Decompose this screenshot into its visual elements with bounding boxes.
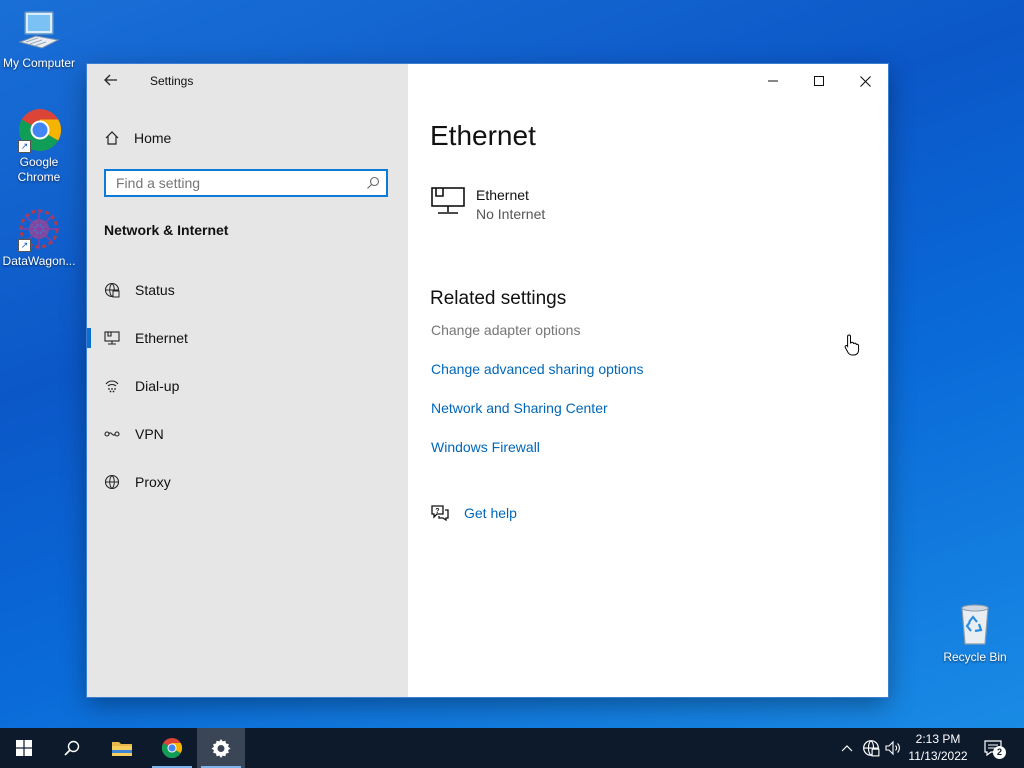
home-label: Home — [134, 130, 172, 146]
chrome-icon: ↗ — [16, 107, 62, 153]
settings-window: Settings Home Network & Internet — [87, 64, 888, 697]
sidebar-item-status[interactable]: Status — [87, 270, 408, 310]
clock[interactable]: 2:13 PM 11/13/2022 — [903, 731, 973, 765]
page-title: Ethernet — [430, 120, 536, 151]
main-content: Ethernet Ethernet No Internet Related se… — [408, 64, 888, 697]
sidebar-item-label: Ethernet — [135, 330, 188, 346]
sidebar-item-label: Status — [135, 282, 175, 298]
svg-text:?: ? — [435, 508, 439, 515]
network-adapter-icon — [431, 187, 465, 214]
ethernet-icon — [104, 330, 120, 346]
section-title: Network & Internet — [104, 222, 229, 238]
notification-count-badge: 2 — [993, 746, 1006, 759]
datawagon-icon: ↗ — [16, 206, 62, 252]
home-icon — [105, 131, 119, 145]
connection-status: No Internet — [476, 206, 546, 222]
home-link[interactable]: Home — [104, 127, 171, 149]
help-chat-icon: ? — [431, 505, 449, 522]
desktop-icon-google-chrome[interactable]: ↗ Google Chrome — [0, 107, 78, 185]
chrome-icon — [161, 737, 183, 759]
settings-taskbar-button[interactable] — [197, 728, 245, 768]
vpn-icon — [104, 426, 120, 442]
windows-logo-icon — [16, 740, 32, 756]
connection-name: Ethernet — [476, 187, 529, 203]
shortcut-arrow-icon: ↗ — [18, 239, 31, 252]
gear-icon — [211, 739, 231, 758]
sidebar-item-label: Proxy — [135, 474, 171, 490]
taskbar: 2:13 PM 11/13/2022 2 — [0, 728, 1024, 768]
change-adapter-options-link[interactable]: Change adapter options — [431, 322, 580, 338]
desktop-icon-my-computer[interactable]: My Computer — [0, 8, 78, 71]
chevron-up-icon — [841, 745, 853, 752]
computer-icon — [16, 8, 62, 54]
recycle-bin-icon — [952, 602, 998, 648]
get-help-label: Get help — [464, 505, 517, 521]
network-tray-button[interactable] — [860, 728, 882, 768]
desktop-icon-label: DataWagon... — [2, 254, 76, 268]
file-explorer-button[interactable] — [98, 728, 146, 768]
title-bar[interactable]: Settings — [87, 64, 408, 98]
shortcut-arrow-icon: ↗ — [18, 140, 31, 153]
dialup-icon — [104, 378, 120, 394]
sidebar-item-label: VPN — [135, 426, 164, 442]
volume-tray-button[interactable] — [883, 728, 903, 768]
window-title: Settings — [150, 74, 194, 88]
search-input[interactable] — [106, 171, 376, 195]
show-hidden-icons-button[interactable] — [838, 728, 856, 768]
back-arrow-icon[interactable] — [104, 72, 124, 90]
sidebar-item-label: Dial-up — [135, 378, 180, 394]
network-sharing-center-link[interactable]: Network and Sharing Center — [431, 400, 608, 416]
ethernet-connection[interactable]: Ethernet No Internet — [430, 186, 545, 224]
sidebar-item-proxy[interactable]: Proxy — [87, 462, 408, 502]
get-help-link[interactable]: ? Get help — [430, 504, 517, 522]
network-globe-icon — [863, 740, 880, 757]
hand-cursor-icon — [844, 334, 860, 356]
chrome-taskbar-button[interactable] — [148, 728, 196, 768]
search-button[interactable] — [48, 728, 96, 768]
search-icon[interactable] — [366, 176, 380, 190]
desktop-icon-label: Recycle Bin — [943, 650, 1007, 664]
clock-date: 11/13/2022 — [908, 749, 968, 763]
action-center-button[interactable]: 2 — [978, 728, 1008, 768]
clock-time: 2:13 PM — [915, 732, 961, 746]
search-box[interactable] — [104, 169, 388, 197]
windows-firewall-link[interactable]: Windows Firewall — [431, 439, 540, 455]
speaker-icon — [885, 740, 900, 756]
desktop-icon-label: Google Chrome — [17, 155, 61, 184]
sidebar-item-ethernet[interactable]: Ethernet — [87, 318, 408, 358]
change-advanced-sharing-link[interactable]: Change advanced sharing options — [431, 361, 644, 377]
folder-icon — [112, 742, 132, 756]
related-settings-heading: Related settings — [430, 288, 567, 309]
globe-icon — [104, 474, 120, 490]
desktop-icon-label: My Computer — [2, 56, 76, 70]
search-icon — [64, 740, 80, 756]
start-button[interactable] — [0, 728, 48, 768]
globe-status-icon — [104, 282, 120, 298]
desktop-icon-datawagon[interactable]: ↗ DataWagon... — [0, 206, 78, 269]
sidebar-item-dial-up[interactable]: Dial-up — [87, 366, 408, 406]
sidebar-item-vpn[interactable]: VPN — [87, 414, 408, 454]
desktop-icon-recycle-bin[interactable]: Recycle Bin — [936, 602, 1014, 665]
sidebar: Settings Home Network & Internet — [87, 64, 408, 697]
